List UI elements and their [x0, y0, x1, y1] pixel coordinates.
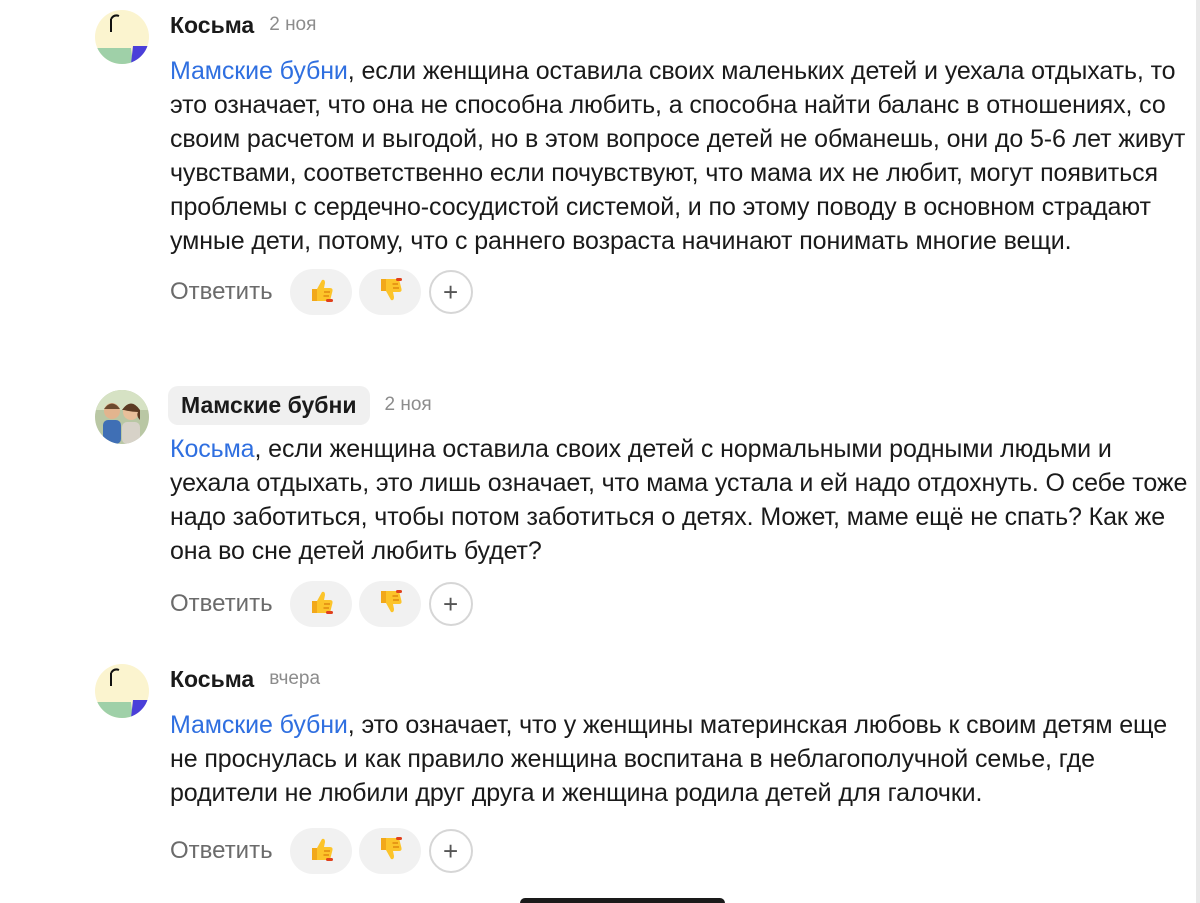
mention-link[interactable]: Косьма	[170, 435, 255, 463]
comment-body: , если женщина оставила своих маленьких …	[170, 57, 1186, 255]
thumbs-down-icon	[375, 834, 405, 869]
reply-button[interactable]: Ответить	[170, 278, 273, 306]
comments-page: Косьма 2 ноя Мамские бубни, если женщина…	[0, 0, 1200, 903]
add-reaction-button[interactable]: +	[428, 582, 473, 626]
dislike-button[interactable]	[358, 828, 421, 874]
author-name[interactable]: Мамские бубни	[168, 385, 370, 425]
comment-date: 2 ноя	[384, 394, 432, 415]
like-button[interactable]	[289, 581, 352, 627]
add-reaction-button[interactable]: +	[428, 270, 473, 314]
thumbs-up-icon	[306, 834, 336, 869]
author-name[interactable]: Косьма	[170, 12, 254, 39]
dislike-button[interactable]	[358, 269, 421, 315]
reply-button[interactable]: Ответить	[170, 837, 273, 865]
mention-link[interactable]: Мамские бубни	[170, 711, 348, 739]
comment-date: вчера	[269, 668, 321, 689]
comment-text: Мамские бубни, если женщина оставила сво…	[170, 54, 1190, 258]
comment-text: Мамские бубни, это означает, что у женщи…	[170, 708, 1190, 810]
thumbs-down-icon	[375, 587, 405, 622]
thumbs-down-icon	[375, 275, 405, 310]
comment-text: Косьма, если женщина оставила своих дете…	[170, 432, 1190, 568]
mention-link[interactable]: Мамские бубни	[170, 57, 348, 85]
add-reaction-button[interactable]: +	[428, 829, 473, 873]
next-comment-preview	[520, 898, 725, 903]
comment-date: 2 ноя	[269, 14, 317, 35]
reply-button[interactable]: Ответить	[170, 590, 273, 618]
thumbs-up-icon	[306, 587, 336, 622]
like-button[interactable]	[289, 828, 352, 874]
comment-body: , если женщина оставила своих детей с но…	[170, 435, 1188, 565]
avatar[interactable]	[95, 664, 149, 718]
author-name[interactable]: Косьма	[170, 666, 254, 693]
avatar[interactable]	[95, 390, 149, 444]
like-button[interactable]	[289, 269, 352, 315]
avatar[interactable]	[95, 10, 149, 64]
dislike-button[interactable]	[358, 581, 421, 627]
thumbs-up-icon	[306, 275, 336, 310]
scrollbar-track[interactable]	[1196, 0, 1200, 903]
